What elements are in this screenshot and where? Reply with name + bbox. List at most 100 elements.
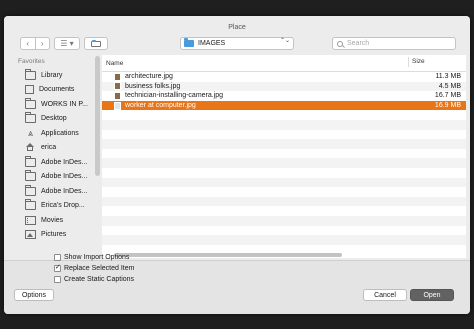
sidebar-item[interactable]: Pictures <box>16 228 98 243</box>
empty-row <box>102 168 466 178</box>
sidebar-item-label: Pictures <box>41 231 67 239</box>
file-size: 16.9 MB <box>434 102 461 110</box>
sidebar-heading: Favorites <box>18 58 45 65</box>
folder-icon <box>25 68 36 80</box>
home-icon <box>25 143 36 152</box>
sidebar-item-label: Documents <box>39 86 75 94</box>
file-row[interactable]: business folks.jpg 4.5 MB <box>102 81 466 92</box>
sidebar-item[interactable]: Library <box>16 68 98 83</box>
sidebar-item[interactable]: WORKS IN P... <box>16 97 98 112</box>
file-name: technician-installing-camera.jpg <box>125 92 224 100</box>
empty-row <box>102 206 466 216</box>
image-file-icon <box>114 72 121 81</box>
checked-box-icon[interactable] <box>54 263 61 272</box>
image-file-icon <box>114 91 121 100</box>
empty-row <box>102 187 466 197</box>
sidebar-item[interactable]: Documents <box>16 83 98 98</box>
new-folder-button[interactable] <box>84 37 108 50</box>
toolbar: ‹ › ☰ ▾ IMAGES ⌃⌄ Search <box>4 37 470 55</box>
folder-icon <box>25 199 36 211</box>
option-checkbox[interactable]: Replace Selected Item <box>54 263 134 274</box>
name-column-header[interactable]: Name <box>106 60 123 67</box>
pictures-icon <box>25 230 36 240</box>
search-placeholder: Search <box>347 40 370 47</box>
empty-row <box>102 235 466 245</box>
sidebar-item-label: Adobe InDes... <box>41 187 88 195</box>
file-size: 11.3 MB <box>435 73 461 81</box>
sidebar-item[interactable]: ⩓ Applications <box>16 126 98 141</box>
image-file-icon <box>114 101 121 110</box>
sidebar-item-label: Adobe InDes... <box>41 158 88 166</box>
empty-row <box>102 158 466 168</box>
empty-row <box>102 215 466 226</box>
location-popup[interactable]: IMAGES ⌃⌄ <box>180 37 294 50</box>
file-row[interactable]: worker at computer.jpg 16.9 MB <box>102 100 466 111</box>
empty-row <box>102 139 466 149</box>
sidebar-item-label: Library <box>41 71 63 79</box>
search-icon <box>337 40 343 47</box>
unchecked-box-icon[interactable] <box>54 254 61 261</box>
option-label: Create Static Captions <box>64 276 135 283</box>
new-folder-icon <box>91 39 101 47</box>
back-button[interactable]: ‹ <box>21 38 35 49</box>
search-field[interactable]: Search <box>332 37 456 50</box>
empty-row <box>102 130 466 140</box>
sidebar-item-label: Applications <box>41 129 79 137</box>
option-label: Show Import Options <box>64 254 130 261</box>
sidebar: Favorites Library Documents WORKS IN P... D… <box>16 55 98 260</box>
list-view-icon: ☰ ▾ <box>60 39 74 48</box>
sidebar-item[interactable]: Adobe InDes... <box>16 170 98 185</box>
cancel-button[interactable]: Cancel <box>363 289 407 301</box>
empty-row <box>102 177 466 188</box>
sidebar-item[interactable]: erica <box>16 141 98 156</box>
dialog-title: Place <box>228 24 246 31</box>
file-name-cell: business folks.jpg <box>114 82 181 91</box>
option-label: Replace Selected Item <box>64 265 135 272</box>
view-options-button[interactable]: ☰ ▾ <box>54 37 80 50</box>
movies-icon <box>25 215 36 225</box>
forward-button[interactable]: › <box>34 38 50 49</box>
file-list: Name Size architecture.jpg 11.3 MB busines… <box>102 55 466 258</box>
option-checkbox[interactable]: Show Import Options <box>54 252 134 263</box>
folder-icon <box>25 97 36 109</box>
sidebar-item-label: Desktop <box>41 115 67 123</box>
file-row[interactable]: technician-installing-camera.jpg 16.7 MB <box>102 91 466 101</box>
file-name: business folks.jpg <box>125 82 181 90</box>
sidebar-item[interactable]: Erica's Drop... <box>16 199 98 214</box>
updown-chevron-icon: ⌃⌄ <box>279 38 290 44</box>
folder-icon <box>184 38 194 47</box>
sidebar-item-label: erica <box>41 144 57 152</box>
open-button[interactable]: Open <box>410 289 454 301</box>
empty-row <box>102 196 466 207</box>
empty-row <box>102 110 466 120</box>
horizontal-scrollbar[interactable] <box>114 253 342 257</box>
sidebar-item-label: Erica's Drop... <box>41 202 85 210</box>
import-options: Show Import Options Replace Selected Item… <box>54 252 134 285</box>
file-name-cell: technician-installing-camera.jpg <box>114 91 224 100</box>
option-checkbox[interactable]: Create Static Captions <box>54 274 134 285</box>
location-label: IMAGES <box>198 40 226 47</box>
empty-row <box>102 149 466 159</box>
file-name: architecture.jpg <box>125 73 173 81</box>
empty-row <box>102 226 466 236</box>
folder-icon <box>25 112 36 124</box>
options-button[interactable]: Options <box>14 289 54 301</box>
file-name-cell: architecture.jpg <box>114 72 173 81</box>
applications-icon: ⩓ <box>27 127 34 138</box>
size-column-header[interactable]: Size <box>408 57 425 67</box>
sidebar-item[interactable]: Adobe InDes... <box>16 184 98 199</box>
sidebar-item-label: Adobe InDes... <box>41 173 88 181</box>
file-size: 4.5 MB <box>438 82 461 90</box>
sidebar-item[interactable]: Movies <box>16 213 98 228</box>
sidebar-item[interactable]: Adobe InDes... <box>16 155 98 170</box>
back-forward-control: ‹ › <box>20 37 50 50</box>
file-list-header: Name Size <box>102 55 466 72</box>
sidebar-item[interactable]: Desktop <box>16 112 98 127</box>
file-row[interactable]: architecture.jpg 11.3 MB <box>102 72 466 82</box>
unchecked-box-icon[interactable] <box>54 276 61 283</box>
sidebar-scrollbar[interactable] <box>95 56 100 176</box>
file-name-cell: worker at computer.jpg <box>114 101 196 110</box>
folder-icon <box>25 184 36 196</box>
folder-icon <box>25 155 36 167</box>
document-icon <box>25 85 34 95</box>
